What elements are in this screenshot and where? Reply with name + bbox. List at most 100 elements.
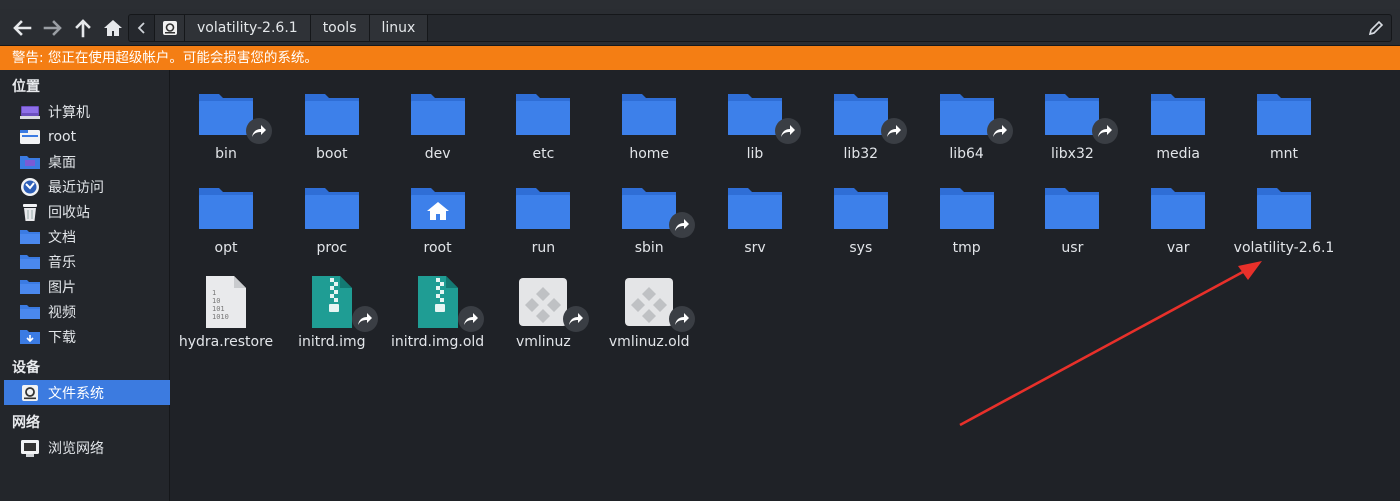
file-name-label: mnt: [1270, 146, 1298, 162]
file-item-vmlinuz[interactable]: vmlinuz: [490, 272, 596, 350]
arrow-right-icon: [43, 20, 62, 36]
breadcrumb-root[interactable]: [155, 15, 185, 41]
network-icon: [20, 439, 40, 457]
sidebar-item-place[interactable]: 回收站: [4, 199, 170, 224]
file-item-var[interactable]: var: [1125, 178, 1231, 256]
file-item-sys[interactable]: sys: [808, 178, 914, 256]
folder-icon: [1254, 84, 1314, 144]
sidebar-item-place[interactable]: root: [4, 124, 170, 149]
file-item-lib[interactable]: lib: [702, 84, 808, 162]
file-item-lib64[interactable]: lib64: [914, 84, 1020, 162]
folder-icon: [937, 84, 1013, 144]
sidebar-item-place[interactable]: 计算机: [4, 99, 170, 124]
folder-icon: [20, 228, 40, 246]
file-item-volatility-2-6-1[interactable]: volatility-2.6.1: [1231, 178, 1337, 256]
file-name-label: media: [1156, 146, 1200, 162]
sidebar-item-place[interactable]: 视频: [4, 300, 170, 325]
file-item-bin[interactable]: bin: [173, 84, 279, 162]
file-name-label: sys: [849, 240, 873, 256]
file-name-label: initrd.img.old: [390, 334, 485, 350]
sidebar-item-place[interactable]: 音乐: [4, 250, 170, 275]
file-item-usr[interactable]: usr: [1019, 178, 1125, 256]
symlink-icon: [457, 306, 484, 332]
breadcrumb-item[interactable]: linux: [369, 15, 429, 41]
file-item-tmp[interactable]: tmp: [914, 178, 1020, 256]
file-name-label: home: [629, 146, 670, 162]
sidebar-item-label: 计算机: [48, 104, 90, 121]
sidebar-item-label: 图片: [48, 280, 76, 297]
file-name-label: root: [423, 240, 452, 256]
file-item-dev[interactable]: dev: [385, 84, 491, 162]
home-button[interactable]: [100, 15, 126, 41]
sidebar-item-network[interactable]: 浏览网络: [4, 435, 170, 460]
sidebar-item-label: 桌面: [48, 154, 76, 171]
file-item-mnt[interactable]: mnt: [1231, 84, 1337, 162]
file-item-proc[interactable]: proc: [279, 178, 385, 256]
recent-icon: [20, 177, 40, 196]
symlink-icon: [775, 118, 801, 144]
file-item-libx32[interactable]: libx32: [1019, 84, 1125, 162]
arrow-up-icon: [75, 19, 91, 38]
symlink-icon: [563, 306, 590, 332]
sidebar-item-place[interactable]: 下载: [4, 325, 170, 350]
sidebar-item-label: 音乐: [48, 255, 76, 272]
file-item-sbin[interactable]: sbin: [596, 178, 702, 256]
file-item-vmlinuz-old[interactable]: vmlinuz.old: [596, 272, 702, 350]
breadcrumb-item[interactable]: tools: [310, 15, 370, 41]
file-name-label: dev: [424, 146, 451, 162]
folder-icon: [1042, 84, 1119, 144]
symlink-icon: [669, 306, 696, 332]
file-item-media[interactable]: media: [1125, 84, 1231, 162]
sidebar-item-label: 文件系统: [48, 385, 104, 402]
up-button[interactable]: [70, 15, 96, 41]
sidebar-item-label: 下载: [48, 330, 76, 347]
breadcrumb: volatility-2.6.1 tools linux: [128, 14, 1392, 42]
file-name-label: lib: [746, 146, 764, 162]
folder-icon: [196, 84, 272, 144]
folder-icon: [831, 84, 907, 144]
file-item-run[interactable]: run: [490, 178, 596, 256]
folder-icon: [831, 178, 891, 238]
file-item-initrd-img-old[interactable]: initrd.img.old: [385, 272, 491, 350]
sidebar-item-place[interactable]: 图片: [4, 275, 170, 300]
sidebar-item-place[interactable]: 桌面: [4, 149, 170, 174]
breadcrumb-item[interactable]: volatility-2.6.1: [185, 15, 311, 41]
archive-file-icon: [302, 272, 378, 332]
file-item-lib32[interactable]: lib32: [808, 84, 914, 162]
sidebar-item-place[interactable]: 最近访问: [4, 174, 170, 199]
superuser-warning-bar: 警告: 您正在使用超级帐户。可能会损害您的系统。: [0, 46, 1400, 70]
file-name-label: vmlinuz.old: [608, 334, 690, 350]
folder-icon: [302, 178, 362, 238]
file-item-root[interactable]: root: [385, 178, 491, 256]
sidebar-item-place[interactable]: 文档: [4, 225, 170, 250]
home-folder-icon: [408, 178, 468, 238]
file-name-label: lib32: [843, 146, 879, 162]
edit-path-button[interactable]: [1367, 19, 1385, 37]
forward-button[interactable]: [40, 15, 66, 41]
file-item-boot[interactable]: boot: [279, 84, 385, 162]
sidebar-item-filesystem[interactable]: 文件系统: [4, 380, 170, 405]
folder-icon: [937, 178, 997, 238]
sidebar-section-network: 网络: [12, 415, 40, 431]
folder-icon: [725, 178, 785, 238]
file-item-srv[interactable]: srv: [702, 178, 808, 256]
symlink-icon: [669, 212, 696, 238]
file-name-label: hydra.restore: [178, 334, 274, 350]
breadcrumb-scroll-left[interactable]: [129, 15, 155, 41]
file-item-initrd-img[interactable]: initrd.img: [279, 272, 385, 350]
home-folder-icon: [20, 128, 40, 146]
file-item-hydra-restore[interactable]: 1 10 101 1010 hydra.restore: [173, 272, 279, 350]
folder-icon: [619, 84, 679, 144]
file-item-opt[interactable]: opt: [173, 178, 279, 256]
symlink-icon: [246, 118, 272, 144]
file-item-etc[interactable]: etc: [490, 84, 596, 162]
file-name-label: srv: [744, 240, 766, 256]
file-name-label: libx32: [1051, 146, 1094, 162]
back-button[interactable]: [9, 15, 35, 41]
file-item-home[interactable]: home: [596, 84, 702, 162]
folder-icon: [196, 178, 256, 238]
file-name-label: initrd.img: [298, 334, 366, 350]
menu-bar: [0, 0, 1400, 9]
folder-icon: [20, 253, 40, 271]
folder-icon: [302, 84, 362, 144]
